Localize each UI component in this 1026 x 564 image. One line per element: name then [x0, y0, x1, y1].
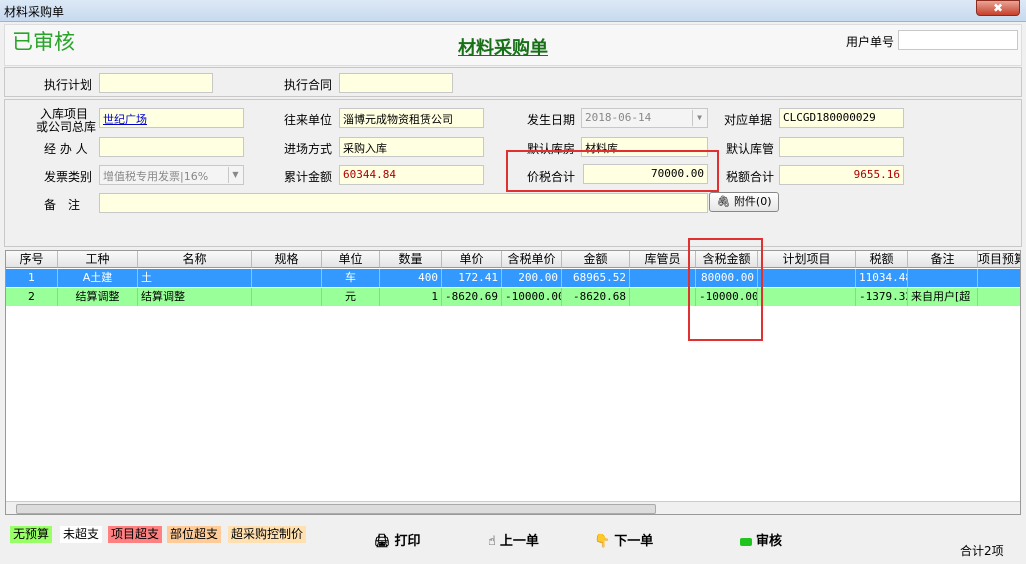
prev-label: 上一单 — [499, 534, 539, 549]
exec-plan-label: 执行计划 — [44, 78, 93, 92]
legend-no-budget: 无预算 — [10, 526, 53, 543]
legend-proj-over: 项目超支 — [108, 526, 163, 543]
user-no-field[interactable] — [898, 30, 1018, 50]
attach-label: 附件(0) — [733, 195, 772, 208]
date-value: 2018-06-14 — [585, 111, 652, 124]
chevron-down-icon[interactable]: ▼ — [228, 167, 242, 183]
table-row[interactable]: 1 A土建 土 车 400 172.41 200.00 68965.52 800… — [6, 269, 1020, 287]
window-title: 材料采购单 — [4, 5, 65, 19]
handler-label: 经 办 人 — [44, 142, 88, 156]
col-header-tax-price[interactable]: 含税单价 — [502, 251, 562, 268]
col-header-tax[interactable]: 税额 — [856, 251, 908, 268]
date-field[interactable]: 2018-06-14 ▼ — [581, 108, 708, 128]
col-header-budget[interactable]: 项目预算 — [978, 251, 1020, 268]
print-button[interactable]: 🖨 打印 — [374, 530, 421, 549]
status-label: 已审核 — [12, 30, 75, 54]
exec-contract-label: 执行合同 — [284, 78, 333, 92]
col-header-amount[interactable]: 金额 — [562, 251, 630, 268]
invoice-value: 增值税专用发票|16% — [103, 170, 209, 183]
user-no-label: 用户单号 — [846, 35, 895, 49]
printer-icon: 🖨 — [374, 534, 391, 549]
col-header-remark[interactable]: 备注 — [908, 251, 978, 268]
hand-down-icon: 👇 — [594, 534, 611, 549]
hand-up-icon: ☝ — [488, 534, 496, 549]
detail-grid[interactable]: 序号 工种 名称 规格 单位 数量 单价 含税单价 金额 库管员 含税金额 计划… — [5, 250, 1021, 515]
col-header-price[interactable]: 单价 — [442, 251, 502, 268]
row-count: 合计2项 — [960, 544, 1004, 558]
tax-total-field[interactable]: 9655.16 — [779, 165, 904, 185]
invoice-label: 发票类别 — [44, 170, 93, 184]
prev-button[interactable]: ☝ 上一单 — [488, 530, 539, 549]
paperclip-icon: 🖇 — [716, 195, 731, 208]
highlight-box-total — [506, 150, 719, 192]
default-keeper-field[interactable] — [779, 137, 904, 157]
page-title: 材料采购单 — [458, 38, 548, 59]
warehouse-project-field[interactable]: 世纪广场 — [99, 108, 244, 128]
entry-label: 进场方式 — [284, 142, 333, 156]
legend-dept-over: 部位超支 — [167, 526, 222, 543]
horizontal-scrollbar[interactable] — [6, 501, 1020, 514]
table-row[interactable]: 2 结算调整 结算调整 元 1 -8620.69 -10000.00 -8620… — [6, 288, 1020, 306]
title-bar: 材料采购单 ✖ — [0, 0, 1026, 22]
partner-field[interactable]: 淄博元成物资租赁公司 — [339, 108, 484, 128]
green-status-icon — [740, 537, 752, 546]
col-header-spec[interactable]: 规格 — [252, 251, 322, 268]
audit-button[interactable]: 审核 — [740, 530, 782, 549]
remark-label: 备 注 — [44, 198, 81, 212]
date-label: 发生日期 — [527, 113, 576, 127]
col-header-keeper[interactable]: 库管员 — [630, 251, 696, 268]
close-button[interactable]: ✖ — [976, 0, 1020, 16]
col-header-plan-item[interactable]: 计划项目 — [758, 251, 856, 268]
chevron-down-icon[interactable]: ▼ — [692, 110, 706, 126]
col-header-qty[interactable]: 数量 — [380, 251, 442, 268]
col-header-worktype[interactable]: 工种 — [58, 251, 138, 268]
legend-not-over: 未超支 — [60, 526, 103, 543]
cum-amount-label: 累计金额 — [284, 170, 333, 184]
next-button[interactable]: 👇 下一单 — [594, 530, 653, 549]
entry-field[interactable]: 采购入库 — [339, 137, 484, 157]
cum-amount-field[interactable]: 60344.84 — [339, 165, 484, 185]
scrollbar-thumb[interactable] — [16, 504, 656, 514]
print-label: 打印 — [394, 534, 421, 549]
exec-plan-field[interactable] — [99, 73, 213, 93]
default-keeper-label: 默认库管 — [726, 142, 775, 156]
next-label: 下一单 — [614, 534, 654, 549]
attach-button[interactable]: 🖇 附件(0) — [709, 192, 779, 212]
partner-label: 往来单位 — [284, 113, 333, 127]
tax-total-label: 税额合计 — [726, 170, 775, 184]
warehouse-project-label-2: 或公司总库 — [36, 120, 97, 134]
ref-label: 对应单据 — [724, 113, 773, 127]
legend-ctrl-over: 超采购控制价 — [228, 526, 307, 543]
remark-field[interactable] — [99, 193, 708, 213]
audit-label: 审核 — [756, 534, 783, 549]
handler-field[interactable] — [99, 137, 244, 157]
col-header-seq[interactable]: 序号 — [6, 251, 58, 268]
ref-field[interactable]: CLCGD180000029 — [779, 108, 904, 128]
exec-contract-field[interactable] — [339, 73, 453, 93]
invoice-select[interactable]: 增值税专用发票|16% ▼ — [99, 165, 244, 185]
col-header-name[interactable]: 名称 — [138, 251, 252, 268]
col-header-unit[interactable]: 单位 — [322, 251, 380, 268]
highlight-box-column — [688, 238, 763, 341]
